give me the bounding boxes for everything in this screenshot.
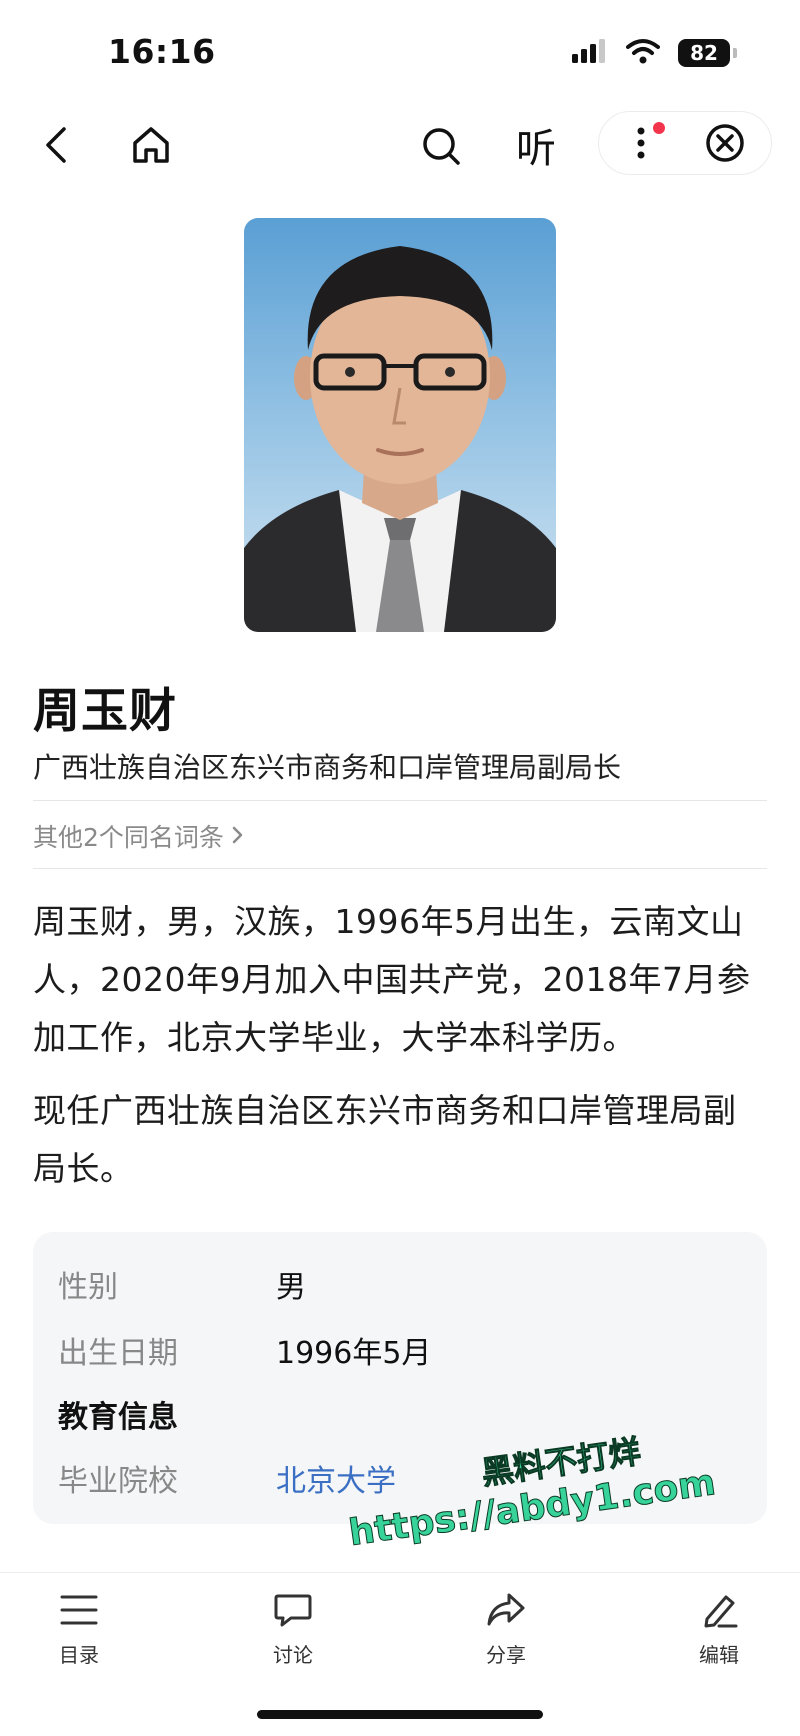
- tab-label: 讨论: [273, 1643, 313, 1667]
- page-title: 周玉财: [33, 684, 177, 739]
- status-icons: 82: [572, 38, 737, 68]
- entry-subtitle: 广西壮族自治区东兴市商务和口岸管理局副局长: [33, 751, 622, 784]
- share-icon: [485, 1593, 527, 1633]
- back-icon[interactable]: [36, 123, 76, 167]
- intro-paragraph: 周玉财，男，汉族，1996年5月出生，云南文山人，2020年9月加入中国共产党，…: [33, 902, 751, 1057]
- tab-discussion[interactable]: 讨论: [233, 1591, 353, 1668]
- divider: [33, 800, 767, 801]
- close-icon[interactable]: [703, 122, 747, 164]
- position-paragraph: 现任广西壮族自治区东兴市商务和口岸管理局副局长。: [33, 1091, 737, 1188]
- chevron-right-icon: [232, 822, 244, 851]
- divider: [33, 868, 767, 869]
- tab-share[interactable]: 分享: [446, 1591, 566, 1668]
- tab-label: 目录: [59, 1643, 99, 1667]
- search-icon[interactable]: [418, 123, 464, 169]
- home-icon[interactable]: [128, 123, 174, 167]
- info-key: 出生日期: [58, 1336, 178, 1371]
- nav-bar: 听: [0, 105, 800, 185]
- listen-button[interactable]: 听: [510, 119, 562, 172]
- comment-icon: [273, 1594, 313, 1633]
- tab-edit[interactable]: 编辑: [659, 1591, 779, 1668]
- tab-catalog[interactable]: 目录: [19, 1591, 139, 1668]
- battery-icon: 82: [678, 39, 737, 67]
- other-entries-label: 其他2个同名词条: [33, 823, 224, 852]
- portrait-photo: [244, 218, 556, 632]
- info-value: 男: [276, 1270, 306, 1305]
- info-key: 性别: [58, 1270, 118, 1305]
- other-entries-link[interactable]: 其他2个同名词条: [33, 818, 244, 854]
- status-time: 16:16: [108, 32, 216, 71]
- wifi-icon: [626, 38, 660, 68]
- mini-program-capsule: [598, 111, 772, 175]
- status-bar: 16:16 82: [0, 0, 800, 100]
- info-value: 1996年5月: [276, 1336, 432, 1371]
- education-section-title: 教育信息: [58, 1400, 178, 1435]
- battery-level: 82: [690, 41, 718, 65]
- home-indicator: [257, 1710, 543, 1719]
- edit-icon: [699, 1595, 739, 1633]
- info-key: 毕业院校: [58, 1464, 178, 1499]
- list-icon: [59, 1595, 99, 1633]
- tab-label: 编辑: [699, 1643, 739, 1667]
- battery-cap: [733, 48, 737, 58]
- cellular-signal-icon: [572, 39, 608, 67]
- tab-label: 分享: [486, 1643, 526, 1667]
- notification-dot: [653, 122, 665, 134]
